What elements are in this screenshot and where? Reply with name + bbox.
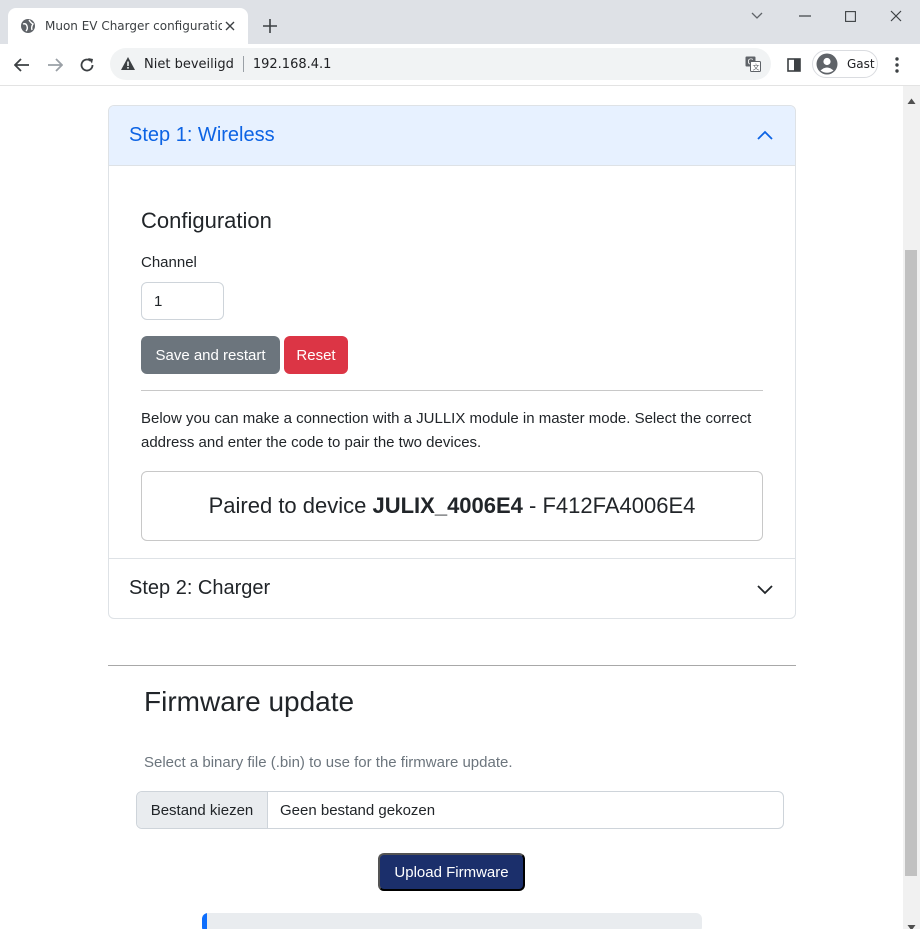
reload-icon[interactable]	[75, 53, 99, 77]
paired-prefix: Paired to device	[208, 493, 373, 518]
firmware-file-input[interactable]: Bestand kiezen Geen bestand gekozen	[136, 791, 784, 829]
kebab-menu-icon[interactable]	[887, 54, 907, 76]
maximize-icon[interactable]	[840, 6, 860, 26]
choose-file-button[interactable]: Bestand kiezen	[137, 792, 268, 828]
section-divider	[141, 390, 763, 391]
translate-icon[interactable]: G文	[745, 56, 761, 72]
url-text[interactable]: 192.168.4.1	[253, 57, 332, 72]
tab-title: Muon EV Charger configuration	[45, 19, 222, 33]
chosen-file-name: Geen bestand gekozen	[280, 801, 436, 819]
scrollbar-thumb[interactable]	[905, 250, 917, 876]
new-tab-icon[interactable]	[258, 14, 282, 38]
accordion-step2-header[interactable]: Step 2: Charger	[109, 558, 795, 618]
pairing-instructions: Below you can make a connection with a J…	[141, 410, 752, 451]
warning-icon[interactable]	[120, 56, 136, 72]
accordion-step2-title: Step 2: Charger	[129, 577, 271, 599]
firmware-divider	[108, 665, 796, 666]
upload-progress-fill	[202, 913, 207, 929]
security-status-label[interactable]: Niet beveiligd	[144, 57, 234, 72]
side-panel-icon[interactable]	[784, 55, 804, 75]
save-and-restart-button[interactable]: Save and restart	[141, 336, 280, 374]
chevron-up-icon	[755, 126, 775, 146]
firmware-help-text: Select a binary file (.bin) to use for t…	[144, 754, 513, 771]
svg-text:文: 文	[753, 63, 760, 72]
profile-label: Gast	[847, 57, 875, 71]
close-tab-icon[interactable]	[222, 18, 238, 34]
channel-label: Channel	[141, 254, 197, 271]
reset-button[interactable]: Reset	[284, 336, 348, 374]
upload-progress-bar	[202, 913, 702, 929]
page-scrollbar[interactable]	[903, 86, 920, 929]
configuration-heading: Configuration	[141, 208, 272, 233]
address-separator	[242, 56, 244, 72]
page-viewport: Step 1: Wireless Configuration Channel S…	[0, 86, 903, 929]
scroll-up-arrow-icon[interactable]	[907, 90, 916, 104]
upload-firmware-button[interactable]: Upload Firmware	[378, 853, 525, 891]
chevron-down-icon	[755, 579, 775, 599]
forward-arrow-icon[interactable]	[43, 53, 67, 77]
accordion-step1-header[interactable]: Step 1: Wireless	[109, 106, 795, 166]
accordion-step1-body: Configuration Channel Save and restart R…	[109, 166, 795, 558]
address-bar[interactable]: Niet beveiligd 192.168.4.1 G文	[110, 48, 771, 80]
close-window-icon[interactable]	[886, 6, 906, 26]
browser-tabstrip: Muon EV Charger configuration	[0, 0, 920, 44]
firmware-heading: Firmware update	[144, 686, 355, 717]
globe-icon	[20, 18, 36, 34]
browser-toolbar: Niet beveiligd 192.168.4.1 G文 Gast	[0, 44, 920, 86]
account-circle-icon	[816, 53, 838, 75]
scroll-down-arrow-icon[interactable]	[907, 917, 916, 929]
accordion-step1-title: Step 1: Wireless	[129, 124, 275, 146]
setup-accordion: Step 1: Wireless Configuration Channel S…	[108, 105, 796, 619]
paired-device-status: Paired to device JULIX_4006E4 - F412FA40…	[141, 471, 763, 541]
channel-input[interactable]	[141, 282, 224, 320]
chevron-down-icon[interactable]	[747, 6, 767, 26]
browser-tab[interactable]: Muon EV Charger configuration	[8, 8, 248, 44]
paired-suffix: - F412FA4006E4	[522, 493, 696, 518]
back-arrow-icon[interactable]	[10, 53, 34, 77]
profile-button[interactable]: Gast	[812, 50, 878, 78]
paired-device-name: JULIX_4006E4	[372, 493, 523, 518]
minimize-icon[interactable]	[795, 6, 815, 26]
